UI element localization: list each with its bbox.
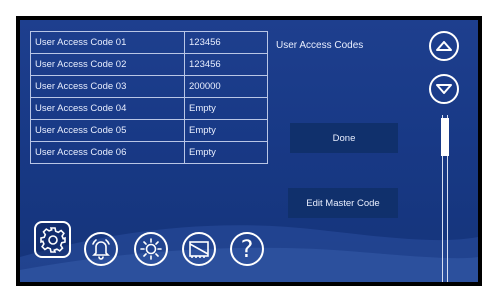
device-screen: User Access Code 01 123456 User Access Cod… xyxy=(16,16,482,286)
code-name-cell[interactable]: User Access Code 02 xyxy=(30,53,185,76)
code-name-cell[interactable]: User Access Code 04 xyxy=(30,97,185,120)
done-button[interactable]: Done xyxy=(290,123,398,153)
sun-icon xyxy=(140,238,162,260)
table-row[interactable]: User Access Code 01 123456 xyxy=(30,31,268,54)
access-code-table: User Access Code 01 123456 User Access Cod… xyxy=(30,31,268,164)
alarm-button[interactable] xyxy=(84,232,118,266)
settings-button[interactable] xyxy=(34,221,71,258)
code-value-cell[interactable]: Empty xyxy=(184,141,268,164)
help-button[interactable]: ? xyxy=(230,232,264,266)
scroll-down-button[interactable] xyxy=(429,74,459,104)
code-name-cell[interactable]: User Access Code 05 xyxy=(30,119,185,142)
edit-master-code-button[interactable]: Edit Master Code xyxy=(288,188,398,218)
table-row[interactable]: User Access Code 05 Empty xyxy=(30,119,268,142)
table-row[interactable]: User Access Code 04 Empty xyxy=(30,97,268,120)
brightness-button[interactable] xyxy=(134,232,168,266)
table-row[interactable]: User Access Code 02 123456 xyxy=(30,53,268,76)
code-value-cell[interactable]: 200000 xyxy=(184,75,268,98)
code-name-cell[interactable]: User Access Code 03 xyxy=(30,75,185,98)
question-icon: ? xyxy=(240,235,254,263)
screen-icon xyxy=(189,241,209,258)
chevron-up-icon xyxy=(436,41,452,51)
code-value-cell[interactable]: Empty xyxy=(184,119,268,142)
scroll-up-button[interactable] xyxy=(429,31,459,61)
chevron-down-icon xyxy=(436,84,452,94)
display-button[interactable] xyxy=(182,232,216,266)
gear-icon xyxy=(39,226,66,253)
code-name-cell[interactable]: User Access Code 06 xyxy=(30,141,185,164)
table-row[interactable]: User Access Code 06 Empty xyxy=(30,141,268,164)
section-title: User Access Codes xyxy=(276,40,364,51)
scrollbar-thumb[interactable] xyxy=(441,118,449,156)
table-row[interactable]: User Access Code 03 200000 xyxy=(30,75,268,98)
code-value-cell[interactable]: 123456 xyxy=(184,53,268,76)
code-value-cell[interactable]: 123456 xyxy=(184,31,268,54)
screen-panel: User Access Code 01 123456 User Access Cod… xyxy=(20,20,478,282)
code-name-cell[interactable]: User Access Code 01 xyxy=(30,31,185,54)
code-value-cell[interactable]: Empty xyxy=(184,97,268,120)
bell-icon xyxy=(92,239,110,260)
